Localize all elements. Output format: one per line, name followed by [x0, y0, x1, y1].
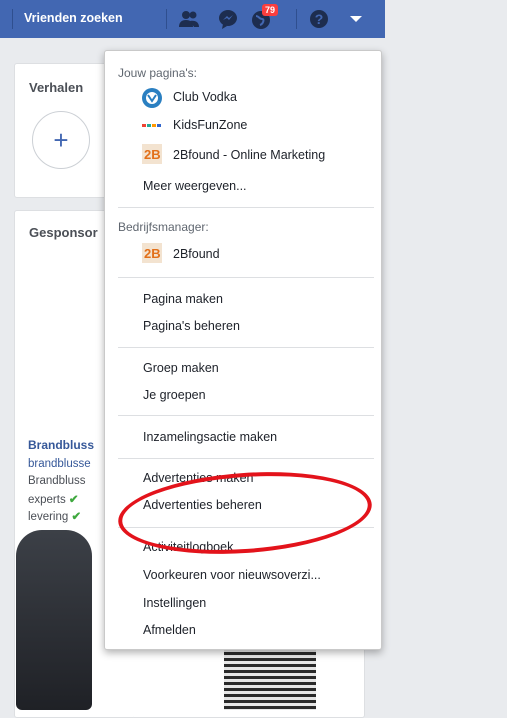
logout-item[interactable]: Afmelden — [143, 623, 196, 637]
news-feed-preferences-item[interactable]: Voorkeuren voor nieuwsoverzi... — [143, 568, 321, 582]
plus-icon: + — [53, 124, 69, 155]
create-fundraiser-item[interactable]: Inzamelingsactie maken — [143, 430, 277, 444]
messenger-icon[interactable] — [217, 8, 239, 30]
create-ads-item[interactable]: Advertenties maken — [143, 471, 253, 485]
ad-text-line: experts ✔ — [28, 492, 79, 506]
create-page-item[interactable]: Pagina maken — [143, 292, 223, 306]
kidsfunzone-logo-icon — [142, 124, 161, 127]
your-pages-header: Jouw pagina's: — [118, 66, 198, 80]
menu-divider — [118, 527, 374, 528]
settings-item[interactable]: Instellingen — [143, 596, 206, 610]
activity-log-item[interactable]: Activiteitlogboek — [143, 540, 233, 554]
svg-text:?: ? — [315, 11, 324, 27]
ad-url-link[interactable]: brandblusse — [28, 458, 91, 470]
show-more-link[interactable]: Meer weergeven... — [143, 179, 247, 193]
create-group-item[interactable]: Groep maken — [143, 361, 219, 375]
manage-pages-item[interactable]: Pagina's beheren — [143, 319, 240, 333]
menu-divider — [118, 458, 374, 459]
checkmark-icon: ✔ — [65, 494, 79, 506]
2bfound-logo-icon: 2B — [142, 243, 162, 263]
manage-ads-item[interactable]: Advertenties beheren — [143, 498, 262, 512]
topbar-divider — [166, 9, 167, 29]
add-story-button[interactable]: + — [32, 111, 90, 169]
club-vodka-logo-icon — [142, 88, 162, 108]
dropdown-caret-icon[interactable] — [345, 8, 367, 30]
find-friends-link[interactable]: Vrienden zoeken — [24, 11, 123, 25]
business-link-2bfound[interactable]: 2Bfound — [173, 247, 220, 261]
page-link-kidsfunzone[interactable]: KidsFunZone — [173, 118, 247, 132]
help-icon[interactable]: ? — [308, 8, 330, 30]
ad-title-link[interactable]: Brandbluss — [28, 438, 94, 452]
page-link-2bfound-online-marketing[interactable]: 2Bfound - Online Marketing — [173, 148, 325, 162]
topbar-divider — [296, 9, 297, 29]
account-dropdown-menu: Jouw pagina's: Club Vodka KidsFunZone 2B… — [104, 50, 382, 650]
top-navigation-bar: Vrienden zoeken 79 ? — [0, 0, 385, 38]
topbar-background — [385, 0, 507, 38]
stories-title: Verhalen — [29, 80, 84, 95]
ad-text-line-label: levering — [28, 511, 69, 523]
sponsored-title: Gesponsor — [29, 225, 98, 240]
menu-divider — [118, 415, 374, 416]
your-groups-item[interactable]: Je groepen — [143, 388, 206, 402]
2bfound-logo-icon: 2B — [142, 144, 162, 164]
menu-divider — [118, 277, 374, 278]
svg-text:2B: 2B — [144, 246, 161, 261]
topbar-divider — [12, 9, 13, 29]
page-link-club-vodka[interactable]: Club Vodka — [173, 90, 237, 104]
business-manager-header: Bedrijfsmanager: — [118, 220, 209, 234]
friend-requests-icon[interactable] — [178, 8, 200, 30]
svg-text:2B: 2B — [144, 147, 161, 162]
ad-text-line: levering ✔ — [28, 509, 81, 523]
ad-text-line-label: experts — [28, 494, 66, 506]
striped-shirt-product-image[interactable] — [224, 640, 316, 710]
menu-divider — [118, 207, 374, 208]
ad-text-line: Brandbluss — [28, 475, 86, 487]
jacket-product-image[interactable] — [16, 530, 92, 710]
menu-divider — [118, 347, 374, 348]
checkmark-icon: ✔ — [68, 511, 82, 523]
notification-badge: 79 — [262, 4, 279, 16]
